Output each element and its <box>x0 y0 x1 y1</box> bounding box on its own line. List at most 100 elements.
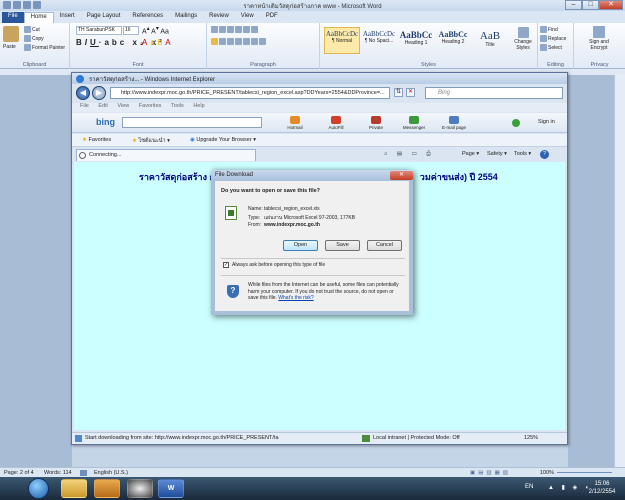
forward-button[interactable]: ▶ <box>92 86 106 100</box>
ie-menu-bar: File Edit View Favorites Tools Help <box>72 103 567 112</box>
stop-icon[interactable]: ✕ <box>406 88 415 97</box>
style-no-spacing[interactable]: AaBbCcDc ¶ No Spaci... <box>361 27 397 54</box>
favorites-button[interactable]: ★ Favorites <box>82 137 111 143</box>
risk-link[interactable]: What's the risk? <box>278 295 313 301</box>
tab-insert[interactable]: Insert <box>54 12 81 23</box>
autofill-button[interactable]: AutoFill <box>322 116 350 130</box>
font-size-box[interactable]: 16 <box>123 26 139 35</box>
tab-mailings[interactable]: Mailings <box>169 12 203 23</box>
dialog-question: Do you want to open or save this file? <box>221 188 321 194</box>
vertical-scrollbar[interactable] <box>614 75 625 467</box>
back-button[interactable]: ◀ <box>76 86 90 100</box>
format-painter-button[interactable]: Format Painter <box>24 44 65 51</box>
shield-question-icon: ? <box>227 285 239 298</box>
ie-zoom[interactable]: 125% <box>524 433 538 444</box>
close-button[interactable]: ✕ <box>599 0 623 10</box>
sign-encrypt-button[interactable]: Sign and Encrypt <box>580 26 618 51</box>
favorites-bar: ★ Favorites ★ ไซต์แนะนำ ▾ ◉ Upgrade Your… <box>72 134 567 147</box>
change-styles-icon <box>517 27 529 38</box>
input-language[interactable]: EN <box>525 484 533 490</box>
fav-item-suggested[interactable]: ★ ไซต์แนะนำ ▾ <box>132 137 170 145</box>
compat-view-icon[interactable]: ⇅ <box>394 88 403 97</box>
style-title[interactable]: AaB Title <box>472 27 508 54</box>
tab-file[interactable]: File <box>2 12 24 23</box>
replace-button[interactable]: Replace <box>540 35 566 42</box>
command-icons[interactable]: ⌂ ▤ ▭ ⎙ <box>384 151 435 158</box>
copy-button[interactable]: Copy <box>24 35 44 42</box>
taskbar-word[interactable]: W <box>158 479 184 498</box>
change-styles-button[interactable]: Change Styles <box>511 27 535 51</box>
open-button[interactable]: Open <box>283 240 318 251</box>
fav-item-upgrade[interactable]: ◉ Upgrade Your Browser ▾ <box>190 137 256 143</box>
proofing-icon[interactable] <box>80 470 87 476</box>
replace-icon <box>540 35 547 42</box>
private-button[interactable]: Private <box>362 116 390 130</box>
taskbar-explorer[interactable] <box>61 479 87 498</box>
tab-view[interactable]: View <box>235 12 260 23</box>
tab-pdf[interactable]: PDF <box>260 12 284 23</box>
start-button[interactable] <box>28 478 49 499</box>
taskbar: W EN ▲ ▮ ◈ ◖ 15:06 2/12/2554 <box>0 477 625 500</box>
font-size-grow-icon[interactable]: A▴ A▾ Aa <box>142 26 169 35</box>
paste-button[interactable]: Paste <box>3 44 16 50</box>
cut-button[interactable]: Cut <box>24 26 40 33</box>
ie-title: ราคาวัสดุก่อสร้าง... - Windows Internet … <box>89 77 216 83</box>
menu-tools[interactable]: Tools <box>171 103 184 109</box>
maximize-button[interactable]: □ <box>582 0 599 10</box>
taskbar-media[interactable] <box>94 479 120 498</box>
scissors-icon <box>24 26 31 33</box>
tab-home[interactable]: Home <box>23 12 54 23</box>
shield-status-icon[interactable] <box>512 119 520 127</box>
email-page-button[interactable]: E-mail page <box>440 116 468 130</box>
url-input[interactable]: http://www.indexpr.moc.go.th/PRICE_PRESE… <box>110 87 390 99</box>
style-heading-1[interactable]: AaBbCc Heading 1 <box>398 27 434 54</box>
menu-help[interactable]: Help <box>193 103 204 109</box>
hotmail-button[interactable]: Hotmail <box>281 116 309 130</box>
window-controls: – □ ✕ <box>565 0 623 10</box>
copy-icon <box>24 35 31 42</box>
zoom-slider[interactable] <box>557 472 612 473</box>
paragraph-label: Paragraph <box>250 62 276 68</box>
tab-references[interactable]: References <box>126 12 169 23</box>
taskbar-chrome[interactable] <box>127 479 153 498</box>
align-icons[interactable] <box>211 38 267 45</box>
find-button[interactable]: Find <box>540 26 558 33</box>
dialog-close-button[interactable]: ✕ <box>390 171 413 180</box>
clipboard-group: Paste Cut Copy Format Painter Clipboard <box>0 23 70 69</box>
download-icon <box>75 435 82 442</box>
clipboard-label: Clipboard <box>22 62 47 68</box>
font-label: Font <box>132 62 144 68</box>
font-name-box[interactable]: TH SarabunPSK <box>76 26 122 35</box>
status-text: Start downloading from site: http://www.… <box>85 435 279 441</box>
browser-tab[interactable]: Connecting... <box>76 149 256 161</box>
always-ask-checkbox[interactable]: ✓ <box>223 262 229 268</box>
search-input[interactable]: Bing <box>425 87 563 99</box>
safety-menu[interactable]: Safety ▾ <box>487 151 507 157</box>
tools-menu[interactable]: Tools ▾ <box>514 151 531 157</box>
paragraph-group: Paragraph <box>207 23 320 69</box>
sign-in-link[interactable]: Sign in <box>538 119 555 125</box>
clock[interactable]: 15:06 2/12/2554 <box>582 480 622 496</box>
tab-review[interactable]: Review <box>203 12 235 23</box>
menu-edit[interactable]: Edit <box>98 103 107 109</box>
select-button[interactable]: Select <box>540 44 562 51</box>
style-normal[interactable]: AaBbCcDc ¶ Normal <box>324 27 360 54</box>
messenger-button[interactable]: Messenger <box>400 116 428 130</box>
file-type-row: Type: แผ่นงาน Microsoft Excel 97-2003, 17… <box>248 215 356 221</box>
loading-icon <box>79 152 86 159</box>
paste-icon[interactable] <box>3 26 19 42</box>
list-icons[interactable] <box>211 26 259 33</box>
font-color-icon[interactable]: AabA <box>142 38 174 47</box>
page-menu[interactable]: Page ▾ <box>462 151 479 157</box>
bing-search-input[interactable] <box>122 117 262 128</box>
bing-toolbar: bing Hotmail AutoFill Private Messenger … <box>72 113 567 133</box>
minimize-button[interactable]: – <box>565 0 582 10</box>
tab-page-layout[interactable]: Page Layout <box>81 12 127 23</box>
cancel-button[interactable]: Cancel <box>367 240 402 251</box>
menu-file[interactable]: File <box>80 103 89 109</box>
menu-favorites[interactable]: Favorites <box>139 103 162 109</box>
menu-view[interactable]: View <box>117 103 129 109</box>
help-icon[interactable]: ? <box>540 150 549 159</box>
style-heading-2[interactable]: AaBbCc Heading 2 <box>435 27 471 54</box>
save-button[interactable]: Save <box>325 240 360 251</box>
